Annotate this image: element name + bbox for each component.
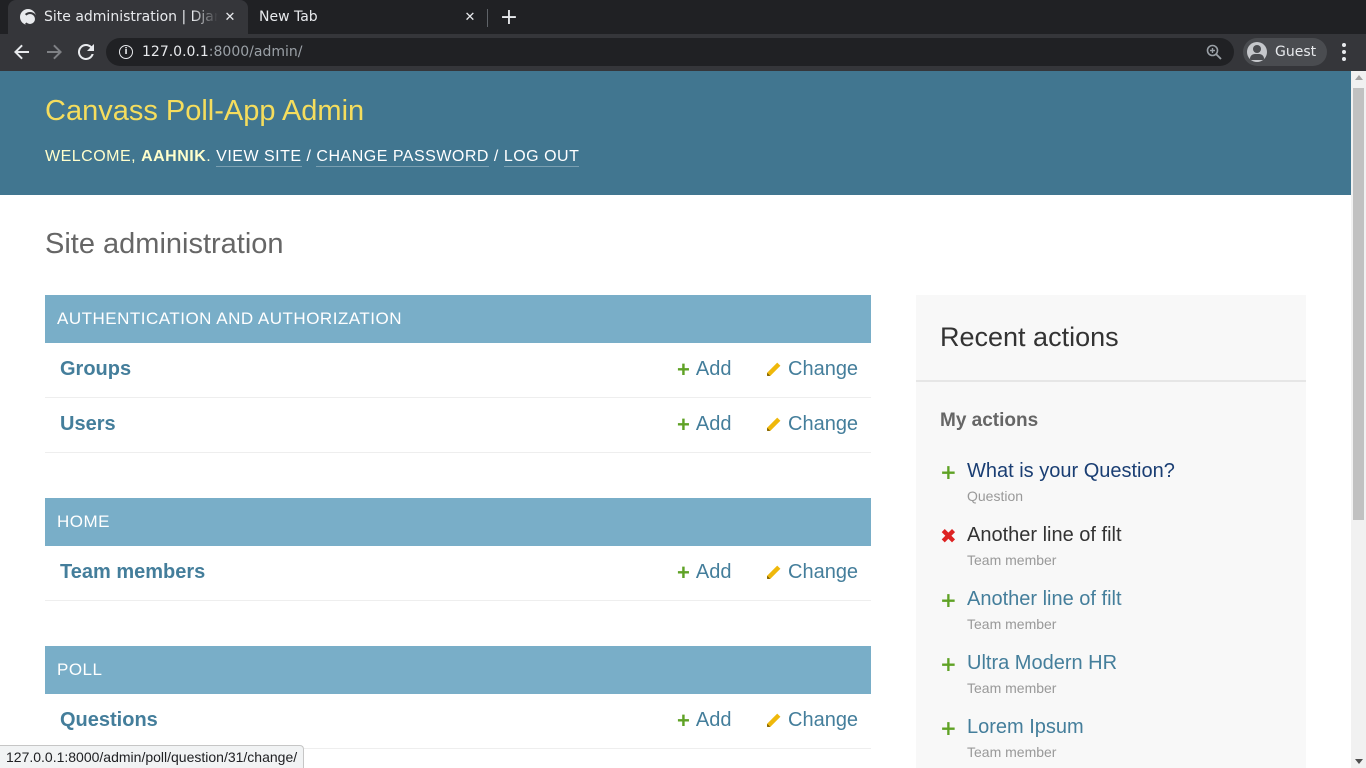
browser-tab-bar: Site administration | Django site admin … — [0, 0, 1366, 34]
site-branding[interactable]: Canvass Poll-App Admin — [45, 95, 364, 128]
module-caption[interactable]: AUTHENTICATION AND AUTHORIZATION — [45, 295, 871, 343]
plus-icon: + — [940, 716, 957, 740]
avatar — [1247, 42, 1267, 62]
model-row-team-members: Team members + Add Change — [45, 546, 871, 601]
plus-icon: + — [677, 411, 690, 437]
separator: / — [301, 148, 317, 165]
new-tab-button[interactable]: + — [497, 5, 521, 30]
module-caption[interactable]: HOME — [45, 498, 871, 546]
reload-icon — [78, 44, 94, 60]
module-auth: AUTHENTICATION AND AUTHORIZATION Groups … — [45, 295, 871, 453]
kebab-menu-icon[interactable] — [1334, 38, 1354, 66]
model-row-questions: Questions + Add Change — [45, 694, 871, 749]
profile-button[interactable]: Guest — [1243, 38, 1327, 66]
x-icon: ✖ — [940, 524, 957, 548]
plus-icon: + — [677, 559, 690, 585]
module-caption[interactable]: POLL — [45, 646, 871, 694]
recent-action-label: Another line of filt — [967, 524, 1122, 546]
admin-header: Canvass Poll-App Admin WELCOME, AAHNIK. … — [0, 71, 1351, 195]
my-actions-heading: My actions — [940, 410, 1039, 431]
reload-button[interactable] — [72, 38, 100, 66]
recent-actions-title: Recent actions — [940, 322, 1119, 352]
divider — [916, 380, 1306, 382]
link-status-bubble: 127.0.0.1:8000/admin/poll/question/31/ch… — [0, 745, 305, 768]
username: AAHNIK — [141, 148, 207, 165]
recent-action-link[interactable]: Another line of filt — [967, 588, 1122, 611]
recent-action-type: Team member — [967, 680, 1057, 696]
plus-icon: + — [677, 707, 690, 733]
plus-icon: + — [940, 652, 957, 676]
recent-action-type: Team member — [967, 744, 1057, 760]
add-button[interactable]: + Add — [677, 561, 731, 584]
change-button[interactable]: Change — [765, 413, 858, 436]
add-button[interactable]: + Add — [677, 709, 731, 732]
close-icon[interactable]: ✕ — [218, 5, 242, 29]
tab-title: Site administration | Django site admin — [44, 9, 218, 25]
profile-name: Guest — [1275, 44, 1317, 60]
pencil-icon — [765, 361, 782, 378]
module-poll: POLL Questions + Add Change — [45, 646, 871, 749]
recent-actions-panel: Recent actions My actions + What is your… — [916, 295, 1306, 768]
url-text[interactable]: 127.0.0.1:8000/admin/ — [142, 44, 302, 60]
view-site-link[interactable]: VIEW SITE — [216, 148, 302, 167]
recent-action-type: Team member — [967, 552, 1057, 568]
browser-toolbar: i 127.0.0.1:8000/admin/ Guest — [0, 34, 1366, 71]
pencil-icon — [765, 416, 782, 433]
pencil-icon — [765, 712, 782, 729]
recent-action-type: Team member — [967, 616, 1057, 632]
close-icon[interactable]: ✕ — [458, 5, 482, 29]
model-link-users[interactable]: Users — [60, 413, 116, 436]
add-button[interactable]: + Add — [677, 358, 731, 381]
info-icon[interactable]: i — [119, 45, 133, 59]
pencil-icon — [765, 564, 782, 581]
add-button[interactable]: + Add — [677, 413, 731, 436]
tab-divider — [487, 9, 488, 27]
forward-button[interactable] — [40, 38, 68, 66]
zoom-icon[interactable] — [1206, 44, 1222, 60]
scroll-down-icon[interactable] — [1355, 759, 1363, 764]
tab-site-administration[interactable]: Site administration | Django site admin … — [8, 0, 248, 34]
vertical-scrollbar[interactable] — [1351, 71, 1366, 768]
scrollbar-thumb[interactable] — [1353, 88, 1364, 520]
arrow-left-icon — [14, 44, 29, 60]
model-link-team-members[interactable]: Team members — [60, 561, 205, 584]
globe-icon — [20, 9, 37, 26]
plus-icon: + — [940, 460, 957, 484]
recent-action-link[interactable]: Lorem Ipsum — [967, 716, 1084, 739]
page-title: Site administration — [45, 228, 284, 260]
change-button[interactable]: Change — [765, 561, 858, 584]
back-button[interactable] — [8, 38, 36, 66]
module-home: HOME Team members + Add Change — [45, 498, 871, 601]
recent-action-link[interactable]: What is your Question? — [967, 460, 1175, 483]
change-button[interactable]: Change — [765, 709, 858, 732]
model-row-users: Users + Add Change — [45, 398, 871, 453]
tab-new-tab[interactable]: New Tab ✕ — [248, 0, 488, 34]
model-link-questions[interactable]: Questions — [60, 709, 158, 732]
log-out-link[interactable]: LOG OUT — [503, 148, 580, 167]
model-link-groups[interactable]: Groups — [60, 358, 131, 381]
user-tools: WELCOME, AAHNIK. VIEW SITE / CHANGE PASS… — [45, 148, 580, 167]
address-bar[interactable]: i 127.0.0.1:8000/admin/ — [106, 38, 1234, 66]
change-button[interactable]: Change — [765, 358, 858, 381]
change-password-link[interactable]: CHANGE PASSWORD — [316, 148, 489, 167]
scroll-up-icon[interactable] — [1355, 75, 1363, 80]
welcome-text: WELCOME, — [45, 148, 142, 165]
plus-icon: + — [940, 588, 957, 612]
plus-icon: + — [677, 356, 690, 382]
model-row-groups: Groups + Add Change — [45, 343, 871, 398]
separator: / — [488, 148, 504, 165]
recent-action-link[interactable]: Ultra Modern HR — [967, 652, 1117, 675]
recent-action-type: Question — [967, 488, 1024, 504]
arrow-right-icon — [47, 44, 62, 60]
page-viewport: Canvass Poll-App Admin WELCOME, AAHNIK. … — [0, 71, 1351, 768]
tab-title: New Tab — [259, 9, 318, 25]
